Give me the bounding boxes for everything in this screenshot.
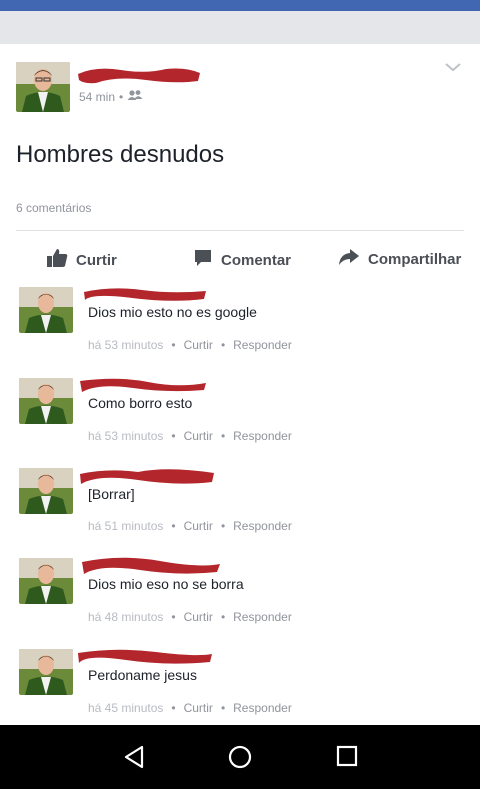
meta-separator: • [220, 610, 226, 624]
app-top-bar [0, 0, 480, 11]
comment-like-link[interactable]: Curtir [184, 338, 213, 352]
comment-like-link[interactable]: Curtir [184, 610, 213, 624]
meta-separator: • [171, 701, 176, 715]
comment-time: há 48 minutos [88, 610, 164, 624]
commenter-name-redaction [80, 469, 214, 484]
meta-separator: • [171, 610, 176, 624]
comment-reply-link[interactable]: Responder [233, 701, 292, 715]
system-nav-bar [0, 725, 480, 789]
meta-separator: • [171, 338, 176, 352]
comment-time: há 51 minutos [88, 519, 164, 533]
post-meta: 54 min • [79, 89, 143, 104]
meta-separator: • [220, 338, 226, 352]
comment-avatar[interactable] [19, 378, 73, 424]
action-divider [16, 230, 464, 231]
commenter-name-redaction [80, 378, 206, 392]
comments-count[interactable]: 6 comentários [16, 201, 91, 215]
comment-reply-link[interactable]: Responder [233, 519, 292, 533]
commenter-name-redaction [84, 288, 206, 301]
like-label: Curtir [76, 251, 117, 269]
comment-avatar[interactable] [19, 468, 73, 514]
comment-meta: há 51 minutos • Curtir • Responder [88, 519, 292, 533]
comment-text: [Borrar] [88, 486, 135, 502]
thumbs-up-icon [46, 248, 68, 272]
share-label: Compartilhar [368, 250, 462, 268]
commenter-name-redaction [78, 649, 212, 664]
meta-separator: • [220, 429, 226, 443]
meta-separator: • [220, 519, 226, 533]
comment-like-link[interactable]: Curtir [184, 701, 213, 715]
like-button[interactable]: Curtir [46, 248, 117, 272]
comment-like-link[interactable]: Curtir [184, 429, 213, 443]
comment-text: Como borro esto [88, 395, 193, 411]
comment-reply-link[interactable]: Responder [233, 429, 292, 443]
chevron-down-icon[interactable] [444, 60, 462, 78]
meta-separator: • [220, 701, 226, 715]
comment-meta: há 48 minutos • Curtir • Responder [88, 610, 292, 624]
comment-label: Comentar [221, 251, 292, 269]
home-icon[interactable] [228, 745, 252, 774]
post-time: 54 min [79, 89, 116, 104]
friends-icon [127, 89, 143, 104]
comment-text: Dios mio esto no es google [88, 304, 257, 320]
comment-meta: há 45 minutos • Curtir • Responder [88, 701, 292, 715]
comment-like-link[interactable]: Curtir [184, 519, 213, 533]
recents-icon[interactable] [336, 745, 358, 772]
comment-bubble-icon [193, 248, 213, 272]
comment-text: Perdoname jesus [88, 667, 197, 683]
comment-text: Dios mio eso no se borra [88, 576, 244, 592]
commenter-name-redaction [82, 557, 220, 574]
comment-avatar[interactable] [19, 649, 73, 695]
meta-separator: • [171, 519, 176, 533]
comment-meta: há 53 minutos • Curtir • Responder [88, 429, 292, 443]
comment-avatar[interactable] [19, 558, 73, 604]
comment-reply-link[interactable]: Responder [233, 610, 292, 624]
comment-button[interactable]: Comentar [193, 248, 291, 272]
comment-reply-link[interactable]: Responder [233, 338, 292, 352]
author-avatar[interactable] [16, 62, 70, 112]
comment-time: há 45 minutos [88, 701, 164, 715]
author-name-redaction [78, 68, 200, 84]
app-sub-bar [0, 11, 480, 44]
comment-meta: há 53 minutos • Curtir • Responder [88, 338, 292, 352]
share-button[interactable]: Compartilhar [338, 248, 461, 270]
comment-time: há 53 minutos [88, 338, 164, 352]
comment-avatar[interactable] [19, 287, 73, 333]
meta-separator: • [171, 429, 176, 443]
comment-time: há 53 minutos [88, 429, 164, 443]
meta-separator: • [119, 89, 124, 104]
post-text: Hombres desnudos [16, 141, 225, 168]
back-icon[interactable] [122, 745, 146, 774]
share-arrow-icon [338, 248, 360, 270]
